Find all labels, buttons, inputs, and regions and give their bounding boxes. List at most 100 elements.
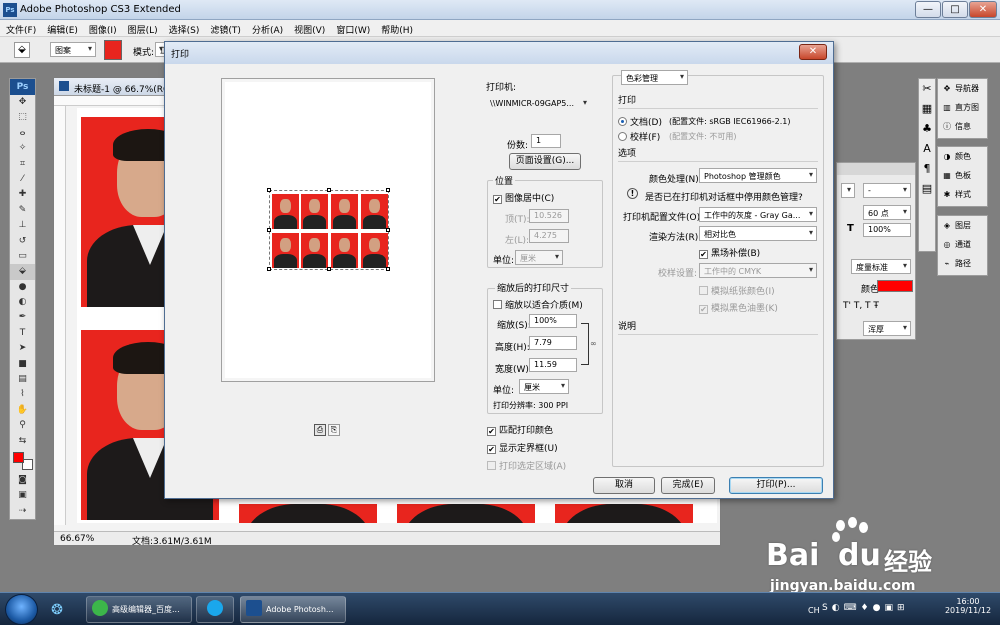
printer-profile-select[interactable]: 工作中的灰度 - Gray Ga... <box>699 207 817 222</box>
taskbar-item-skype[interactable] <box>196 596 234 623</box>
cancel-button[interactable]: 取消 <box>593 477 655 494</box>
rendering-intent-select[interactable]: 相对比色 <box>699 226 817 241</box>
printer-select[interactable]: \\WINMICR-09GAP5... <box>486 97 590 112</box>
panel-channels[interactable]: ◎ 通道 <box>938 235 987 254</box>
match-colors-checkbox[interactable]: ✔ 匹配打印颜色 <box>487 423 553 436</box>
menu-help[interactable]: 帮助(H) <box>375 20 418 36</box>
chain-link-icon[interactable]: ∞ <box>590 339 597 349</box>
bbox-handle[interactable] <box>267 228 271 232</box>
menu-layer[interactable]: 图层(L) <box>122 20 163 36</box>
copies-field[interactable]: 1 <box>531 134 561 148</box>
panel-info[interactable]: ⓘ 信息 <box>938 117 987 136</box>
fill-source-select[interactable]: 图案 <box>50 42 96 57</box>
print-selected-checkbox[interactable]: 打印选定区域(A) <box>487 459 566 472</box>
panel-histogram[interactable]: ▥ 直方图 <box>938 98 987 117</box>
color-handling-select[interactable]: Photoshop 管理颜色 <box>699 168 817 183</box>
start-button[interactable] <box>5 594 38 625</box>
menu-edit[interactable]: 编辑(E) <box>41 20 83 36</box>
menu-view[interactable]: 视图(V) <box>288 20 330 36</box>
imageready-icon[interactable]: ⇢ <box>10 504 35 519</box>
layer-comps-icon[interactable]: ▤ <box>919 179 935 199</box>
menu-select[interactable]: 选择(S) <box>163 20 205 36</box>
proof-setup-select[interactable]: 工作中的 CMYK <box>699 263 817 278</box>
color-management-select[interactable]: 色彩管理 <box>621 70 688 85</box>
stamp-tool-icon[interactable]: ⊥ <box>10 218 35 233</box>
panel-color[interactable]: ◑ 颜色 <box>938 147 987 166</box>
left-field[interactable]: 4.275 <box>529 229 569 243</box>
menu-file[interactable]: 文件(F) <box>0 20 41 36</box>
font-style-select[interactable]: - <box>863 183 911 198</box>
foreground-color-swatch[interactable] <box>13 451 24 463</box>
dodge-tool-icon[interactable]: ◐ <box>10 295 35 310</box>
eyedropper-tool-icon[interactable]: ⌇ <box>10 387 35 402</box>
character-icon[interactable]: A <box>919 139 935 159</box>
portrait-orientation-icon[interactable]: ⎙ <box>314 424 326 436</box>
paint-bucket-icon[interactable]: ⬙ <box>14 42 30 58</box>
maximize-button[interactable]: □ <box>942 1 968 18</box>
panel-layers[interactable]: ◈ 图层 <box>938 216 987 235</box>
quick-mask-icon[interactable]: ◙ <box>10 473 35 488</box>
type-tool-icon[interactable]: T <box>10 326 35 341</box>
font-family-select[interactable] <box>841 183 855 198</box>
position-unit-select[interactable]: 厘米 <box>515 250 563 265</box>
shape-tool-icon[interactable]: ■ <box>10 357 35 372</box>
width-field[interactable]: 11.59 <box>529 358 577 372</box>
anti-alias-select[interactable]: 浑厚 <box>863 321 911 336</box>
sim-paper-checkbox[interactable]: 模拟纸张颜色(I) <box>699 284 775 297</box>
move-tool-icon[interactable]: ✥ <box>10 95 35 110</box>
clone-source-icon[interactable]: ♣ <box>919 119 935 139</box>
bbox-handle[interactable] <box>327 267 331 271</box>
history-brush-icon[interactable]: ↺ <box>10 234 35 249</box>
brushes-icon[interactable]: ▦ <box>919 99 935 119</box>
paint-bucket-tool-icon[interactable]: ⬙ <box>10 264 35 280</box>
bpc-checkbox[interactable]: ✔ 黑场补偿(B) <box>699 246 760 259</box>
zoom-level[interactable]: 66.67% <box>60 534 94 544</box>
bbox-handle[interactable] <box>386 267 390 271</box>
center-image-checkbox[interactable]: ✔ 图像居中(C) <box>493 191 554 204</box>
top-field[interactable]: 10.526 <box>529 209 569 223</box>
healing-brush-icon[interactable]: ✚ <box>10 187 35 202</box>
fit-media-checkbox[interactable]: 缩放以适合介质(M) <box>493 298 583 311</box>
zoom-tool-icon[interactable]: ⚲ <box>10 418 35 433</box>
tray-icons[interactable]: S◐⌨♦●▣⊞ <box>822 603 932 617</box>
scale-field[interactable]: 100% <box>529 314 577 328</box>
menu-window[interactable]: 窗口(W) <box>330 20 375 36</box>
taskbar-item-photoshop[interactable]: Adobe Photosh... <box>240 596 346 623</box>
screen-mode-icon[interactable]: ▣ <box>10 488 35 503</box>
bbox-handle[interactable] <box>267 267 271 271</box>
path-select-icon[interactable]: ➤ <box>10 341 35 356</box>
preview-image-bounds[interactable] <box>267 188 390 271</box>
bbox-handle[interactable] <box>386 228 390 232</box>
print-button[interactable]: 打印(P)... <box>729 477 823 494</box>
kerning-select[interactable]: 度量标准 <box>851 259 911 274</box>
done-button[interactable]: 完成(E) <box>661 477 715 494</box>
pen-tool-icon[interactable]: ✒ <box>10 310 35 325</box>
pattern-swatch[interactable] <box>104 40 122 60</box>
menu-analysis[interactable]: 分析(A) <box>246 20 288 36</box>
proof-radio[interactable]: 校样(F) <box>618 130 660 143</box>
show-bbox-checkbox[interactable]: ✔ 显示定界框(U) <box>487 441 558 454</box>
blur-tool-icon[interactable]: ● <box>10 280 35 295</box>
panel-paths[interactable]: ⌁ 路径 <box>938 254 987 273</box>
bbox-handle[interactable] <box>267 188 271 192</box>
app-launcher-icon[interactable]: ❂ <box>42 598 72 622</box>
menu-image[interactable]: 图像(I) <box>83 20 122 36</box>
eraser-tool-icon[interactable]: ▭ <box>10 249 35 264</box>
hand-tool-icon[interactable]: ✋ <box>10 403 35 418</box>
close-button[interactable]: ✕ <box>969 1 997 18</box>
text-color-swatch[interactable] <box>877 280 913 292</box>
input-language[interactable]: CH <box>808 606 820 615</box>
height-field[interactable]: 7.79 <box>529 336 577 350</box>
tools-preset-icon[interactable]: ✂ <box>919 79 935 99</box>
marquee-tool-icon[interactable]: ⬚ <box>10 110 35 125</box>
tray-clock[interactable]: 16:00 2019/11/12 <box>938 597 998 615</box>
landscape-orientation-icon[interactable]: ⎘ <box>328 424 340 436</box>
font-size-select[interactable]: 60 点 <box>863 205 911 220</box>
panel-navigator[interactable]: ✥ 导航器 <box>938 79 987 98</box>
brush-tool-icon[interactable]: ✎ <box>10 203 35 218</box>
paragraph-icon[interactable]: ¶ <box>919 159 935 179</box>
text-style-icons[interactable]: T' T, T Ŧ <box>843 301 879 311</box>
horizontal-scale-field[interactable]: 100% <box>863 223 911 237</box>
minimize-button[interactable]: — <box>915 1 941 18</box>
sim-black-checkbox[interactable]: ✔ 模拟黑色油墨(K) <box>699 301 778 314</box>
